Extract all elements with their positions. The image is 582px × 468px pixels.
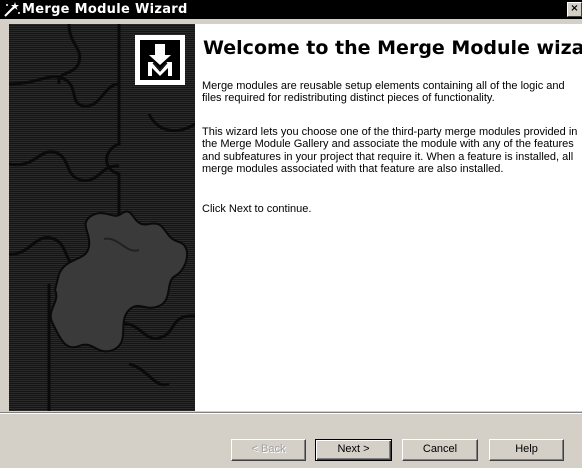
button-separator	[0, 412, 582, 414]
welcome-heading: Welcome to the Merge Module wizard	[203, 37, 582, 59]
title-bar[interactable]: Merge Module Wizard ×	[0, 0, 582, 19]
welcome-content: Welcome to the Merge Module wizard Merge…	[195, 24, 582, 411]
window-title: Merge Module Wizard	[22, 2, 188, 17]
intro-paragraph: Merge modules are reusable setup element…	[202, 80, 565, 105]
wizard-wand-icon	[3, 1, 21, 18]
close-button[interactable]: ×	[567, 2, 582, 17]
next-button[interactable]: Next >	[315, 439, 392, 461]
cancel-button[interactable]: Cancel	[402, 439, 478, 461]
merge-module-logo	[135, 35, 185, 85]
description-paragraph: This wizard lets you choose one of the t…	[202, 126, 578, 176]
continue-instruction: Click Next to continue.	[202, 203, 312, 215]
back-button[interactable]: < Back	[231, 439, 306, 461]
merge-module-icon	[140, 40, 180, 80]
wizard-window: Merge Module Wizard × Welcome to the Mer…	[0, 0, 582, 468]
side-panel-image	[9, 24, 195, 411]
help-button[interactable]: Help	[489, 439, 564, 461]
